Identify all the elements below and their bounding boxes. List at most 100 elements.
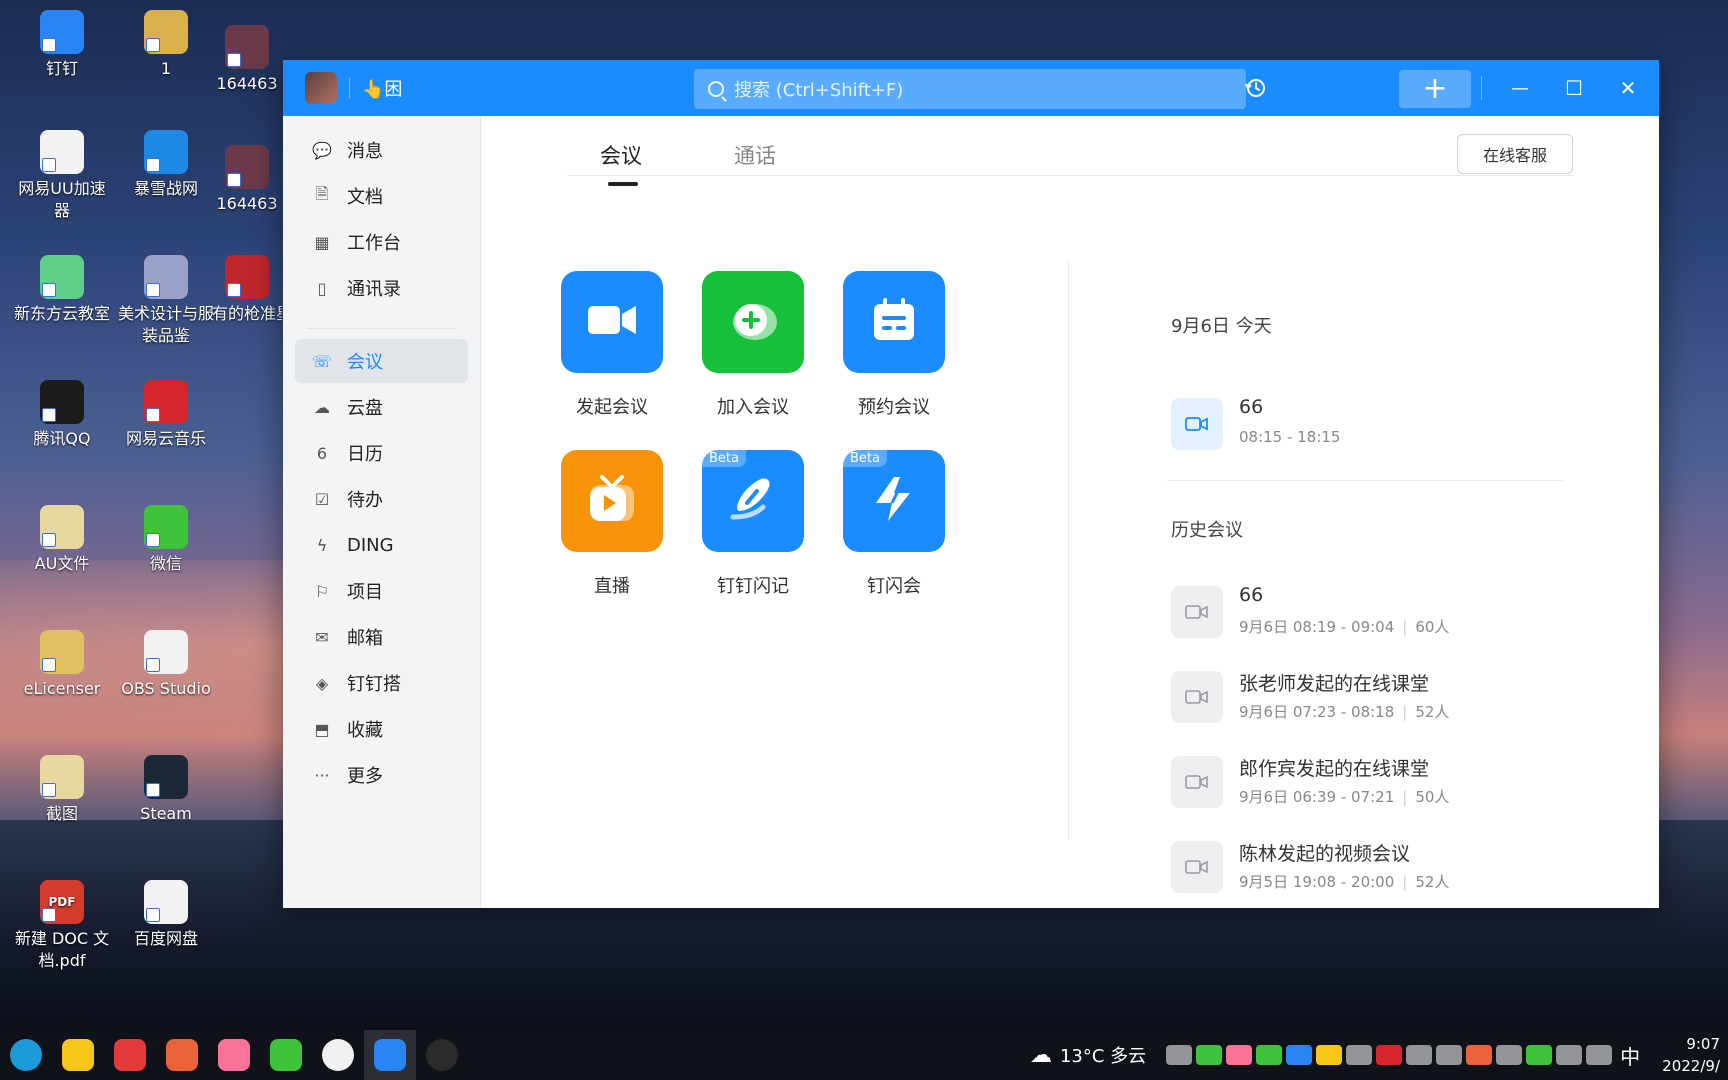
tray-icon[interactable]: [1286, 1045, 1313, 1065]
sidebar-item-9[interactable]: ⚐ 项目: [295, 569, 468, 613]
tray-icon[interactable]: [1256, 1045, 1283, 1065]
sidebar-item-0[interactable]: 💬 消息: [295, 128, 468, 172]
desktop-icon[interactable]: 网易UU加速器: [12, 130, 112, 222]
taskbar: ☁ 13°C 多云 中 9:07 2022/9/: [0, 1030, 1728, 1080]
search-input[interactable]: 搜索 (Ctrl+Shift+F): [694, 69, 1246, 109]
desktop-icon[interactable]: 164463: [212, 145, 282, 215]
desktop-icon[interactable]: 有的枪准星是: [212, 255, 282, 325]
desktop-icon-label: 有的枪准星是: [212, 304, 282, 323]
action-2-button[interactable]: 预约会议: [824, 271, 964, 419]
desktop-icon[interactable]: 微信: [116, 505, 216, 575]
taskbar-dingtalk-button[interactable]: [364, 1030, 416, 1080]
history-meeting[interactable]: 陈林发起的视频会议 9月5日 19:08 - 20:00 | 52人: [1171, 837, 1571, 897]
tab-call[interactable]: 通话: [734, 140, 776, 170]
app-icon: PDF: [40, 880, 84, 924]
title-divider: [349, 78, 350, 98]
tray-icon[interactable]: [1226, 1045, 1253, 1065]
desktop-icon[interactable]: 网易云音乐: [116, 380, 216, 450]
desktop-icon[interactable]: PDF 新建 DOC 文档.pdf: [12, 880, 112, 972]
action-label: 发起会议: [576, 397, 648, 418]
sidebar-item-11[interactable]: ◈ 钉钉搭: [295, 661, 468, 705]
microphone-icon[interactable]: [1436, 1045, 1463, 1065]
speaker-icon[interactable]: [1586, 1045, 1613, 1065]
meeting-time: 9月5日 19:08 - 20:00: [1239, 873, 1395, 891]
status-text[interactable]: 👆困: [362, 75, 402, 101]
sidebar-item-8[interactable]: ϟ DING: [295, 523, 468, 567]
desktop-icon[interactable]: eLicenser: [12, 630, 112, 700]
sidebar-item-7[interactable]: ☑ 待办: [295, 477, 468, 521]
action-label: 钉钉闪记: [717, 576, 789, 597]
desktop-icon[interactable]: 腾讯QQ: [12, 380, 112, 450]
tab-bar: 会议 通话: [567, 116, 1573, 186]
action-1-button[interactable]: 加入会议: [683, 271, 823, 419]
app-orange-icon: [166, 1039, 198, 1071]
add-button[interactable]: +: [1399, 70, 1471, 108]
meeting-title: 66: [1239, 396, 1264, 418]
desktop-icon[interactable]: 新东方云教室: [12, 255, 112, 325]
action-4-button[interactable]: Beta 钉钉闪记: [683, 450, 823, 598]
ime-indicator[interactable]: 中: [1620, 1041, 1640, 1070]
action-0-button[interactable]: 发起会议: [542, 271, 682, 419]
tray-icon[interactable]: [1376, 1045, 1403, 1065]
desktop-icon-label: OBS Studio: [121, 679, 211, 698]
sidebar-item-3[interactable]: ▯ 通讯录: [295, 266, 468, 310]
clock[interactable]: 9:07 2022/9/: [1662, 1033, 1720, 1077]
close-button[interactable]: ✕: [1603, 60, 1653, 116]
tray-icon[interactable]: [1166, 1045, 1193, 1065]
today-meeting[interactable]: 66 08:15 - 18:15: [1171, 394, 1571, 454]
sidebar-item-label: 云盘: [347, 398, 383, 419]
tray-icon[interactable]: [1196, 1045, 1223, 1065]
history-button[interactable]: [1233, 60, 1279, 116]
volume-muted-icon[interactable]: [1466, 1045, 1493, 1065]
weather-text[interactable]: 13°C 多云: [1060, 1042, 1146, 1068]
desktop-icon[interactable]: 164463: [212, 25, 282, 95]
tray-icon[interactable]: [1406, 1045, 1433, 1065]
maximize-button[interactable]: ☐: [1549, 60, 1599, 116]
tab-meeting[interactable]: 会议: [600, 140, 642, 170]
security-icon[interactable]: [1526, 1045, 1553, 1065]
sidebar-item-2[interactable]: ▦ 工作台: [295, 220, 468, 264]
sidebar-item-icon: ···: [314, 765, 330, 785]
app-icon: [144, 255, 188, 299]
sidebar-item-6[interactable]: 6 日历: [295, 431, 468, 475]
history-meeting[interactable]: 66 9月6日 08:19 - 09:04 | 60人: [1171, 582, 1571, 642]
sidebar-item-10[interactable]: ✉ 邮箱: [295, 615, 468, 659]
sidebar-item-4[interactable]: ☏ 会议: [295, 339, 468, 383]
action-5-button[interactable]: Beta 钉闪会: [824, 450, 964, 598]
taskbar-app-red-button[interactable]: [104, 1030, 156, 1080]
desktop-icon[interactable]: AU文件: [12, 505, 112, 575]
desktop-icon[interactable]: 钉钉: [12, 10, 112, 80]
taskbar-baseball-button[interactable]: [312, 1030, 364, 1080]
taskbar-edge-button[interactable]: [0, 1030, 52, 1080]
sidebar-item-13[interactable]: ··· 更多: [295, 753, 468, 797]
desktop-icon[interactable]: 百度网盘: [116, 880, 216, 950]
taskbar-app-yellow-button[interactable]: [52, 1030, 104, 1080]
tray-icon[interactable]: [1346, 1045, 1373, 1065]
desktop-icon[interactable]: OBS Studio: [116, 630, 216, 700]
desktop-icon[interactable]: 1: [116, 10, 216, 80]
taskbar-bilibili-button[interactable]: [208, 1030, 260, 1080]
history-meeting[interactable]: 张老师发起的在线课堂 9月6日 07:23 - 08:18 | 52人: [1171, 667, 1571, 727]
history-meeting[interactable]: 郎作宾发起的在线课堂 9月6日 06:39 - 07:21 | 50人: [1171, 752, 1571, 812]
online-service-button[interactable]: 在线客服: [1457, 134, 1573, 174]
network-icon[interactable]: [1556, 1045, 1583, 1065]
taskbar-app-orange-button[interactable]: [156, 1030, 208, 1080]
desktop-icon[interactable]: 暴雪战网: [116, 130, 216, 200]
meeting-title: 66: [1239, 584, 1264, 606]
sidebar-item-5[interactable]: ☁ 云盘: [295, 385, 468, 429]
desktop-icon[interactable]: 截图: [12, 755, 112, 825]
tray-icon[interactable]: [1316, 1045, 1343, 1065]
taskbar-obs-button[interactable]: [416, 1030, 468, 1080]
taskbar-wechat-button[interactable]: [260, 1030, 312, 1080]
sidebar-item-1[interactable]: 🗎 文档: [295, 174, 468, 218]
action-3-button[interactable]: 直播: [542, 450, 682, 598]
avatar[interactable]: [305, 72, 337, 104]
action-tile: Beta: [702, 450, 804, 552]
desktop-icon[interactable]: 美术设计与服装品鉴: [116, 255, 216, 347]
sidebar-item-12[interactable]: ⬒ 收藏: [295, 707, 468, 751]
desktop-icon[interactable]: Steam: [116, 755, 216, 825]
meeting-meta: 9月6日 07:23 - 08:18 | 52人: [1239, 701, 1449, 722]
minimize-button[interactable]: —: [1495, 60, 1545, 116]
meeting-title: 陈林发起的视频会议: [1239, 843, 1411, 865]
usb-icon[interactable]: [1496, 1045, 1523, 1065]
